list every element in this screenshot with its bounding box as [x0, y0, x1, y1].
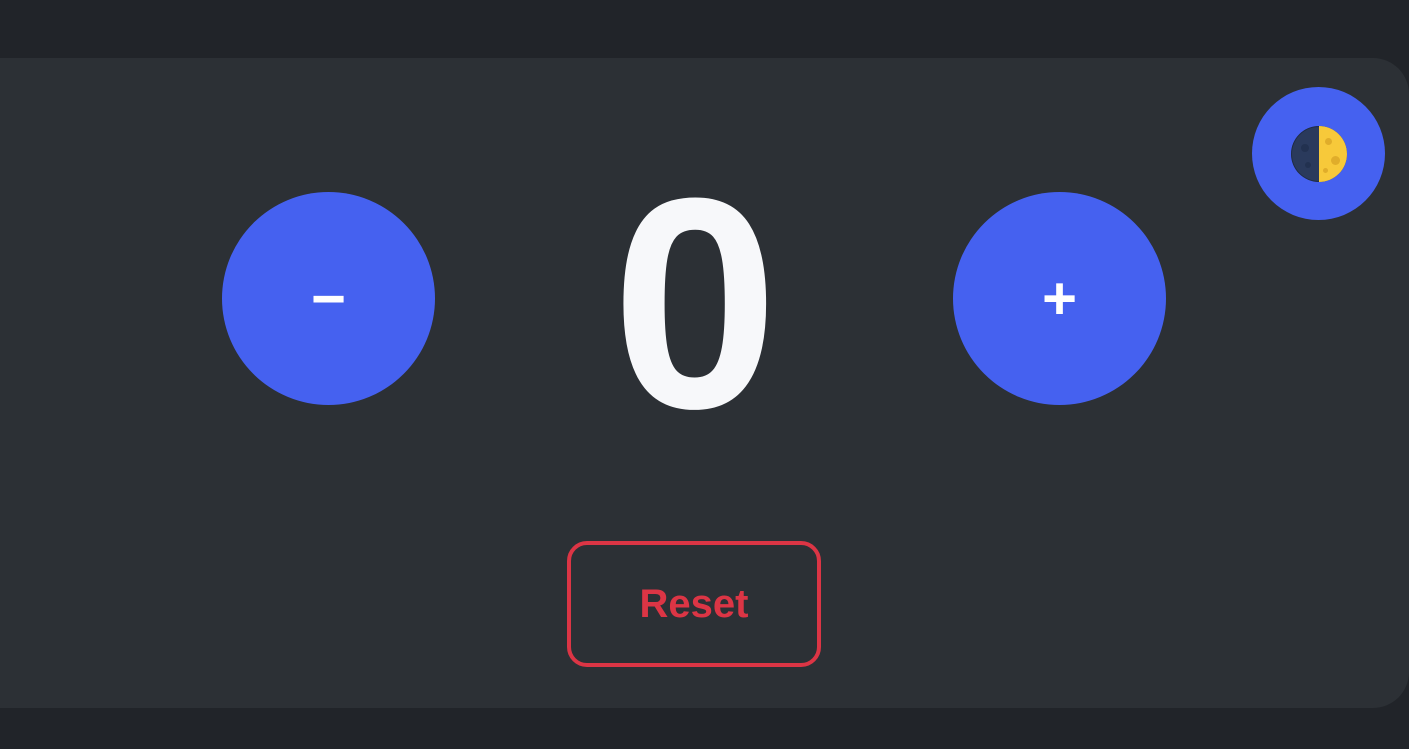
- theme-toggle-button[interactable]: [1252, 87, 1385, 220]
- increment-button[interactable]: +: [953, 192, 1166, 405]
- first-quarter-moon-icon: [1290, 125, 1347, 182]
- decrement-label: −: [310, 264, 347, 332]
- counter-value: 0: [611, 135, 779, 471]
- decrement-button[interactable]: −: [222, 192, 435, 405]
- reset-button[interactable]: Reset: [567, 541, 821, 667]
- reset-label: Reset: [639, 581, 749, 626]
- increment-label: +: [1041, 264, 1078, 332]
